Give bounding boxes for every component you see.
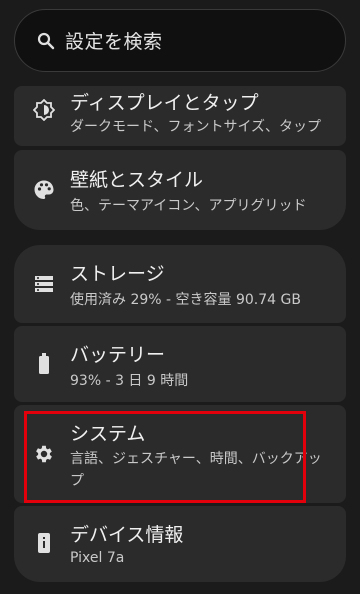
wallpaper-subtitle: 色、テーマアイコン、アプリグリッド <box>70 198 307 214</box>
search-icon <box>37 32 55 50</box>
settings-item-storage[interactable]: ストレージ 使用済み 29% - 空き容量 90.74 GB <box>14 245 346 323</box>
storage-icon <box>32 272 56 296</box>
settings-item-battery[interactable]: バッテリー 93% - 3 日 9 時間 <box>14 326 346 402</box>
battery-subtitle: 93% - 3 日 9 時間 <box>70 373 189 389</box>
search-bar[interactable]: 設定を検索 <box>14 9 346 72</box>
wallpaper-title: 壁紙とスタイル <box>70 169 204 191</box>
display-title: ディスプレイとタップ <box>70 92 259 114</box>
highlight-box <box>24 411 306 503</box>
settings-item-wallpaper[interactable]: 壁紙とスタイル 色、テーマアイコン、アプリグリッド <box>14 150 346 230</box>
settings-item-display[interactable]: ディスプレイとタップ ダークモード、フォントサイズ、タップ <box>14 86 346 146</box>
search-label: 設定を検索 <box>65 31 163 53</box>
storage-subtitle: 使用済み 29% - 空き容量 90.74 GB <box>70 292 301 308</box>
settings-item-device-info[interactable]: デバイス情報 Pixel 7a <box>14 506 346 582</box>
settings-screen: 設定を検索 ディスプレイとタップ ダークモード、フォントサイズ、タップ 壁紙とス… <box>0 0 360 594</box>
display-subtitle: ダークモード、フォントサイズ、タップ <box>70 119 322 135</box>
storage-title: ストレージ <box>70 263 165 285</box>
device-info-icon <box>32 531 56 555</box>
battery-title: バッテリー <box>70 344 166 366</box>
device-info-subtitle: Pixel 7a <box>70 550 125 566</box>
device-info-title: デバイス情報 <box>70 524 184 546</box>
brightness-icon <box>32 98 56 122</box>
battery-icon <box>32 352 56 376</box>
palette-icon <box>32 178 56 202</box>
